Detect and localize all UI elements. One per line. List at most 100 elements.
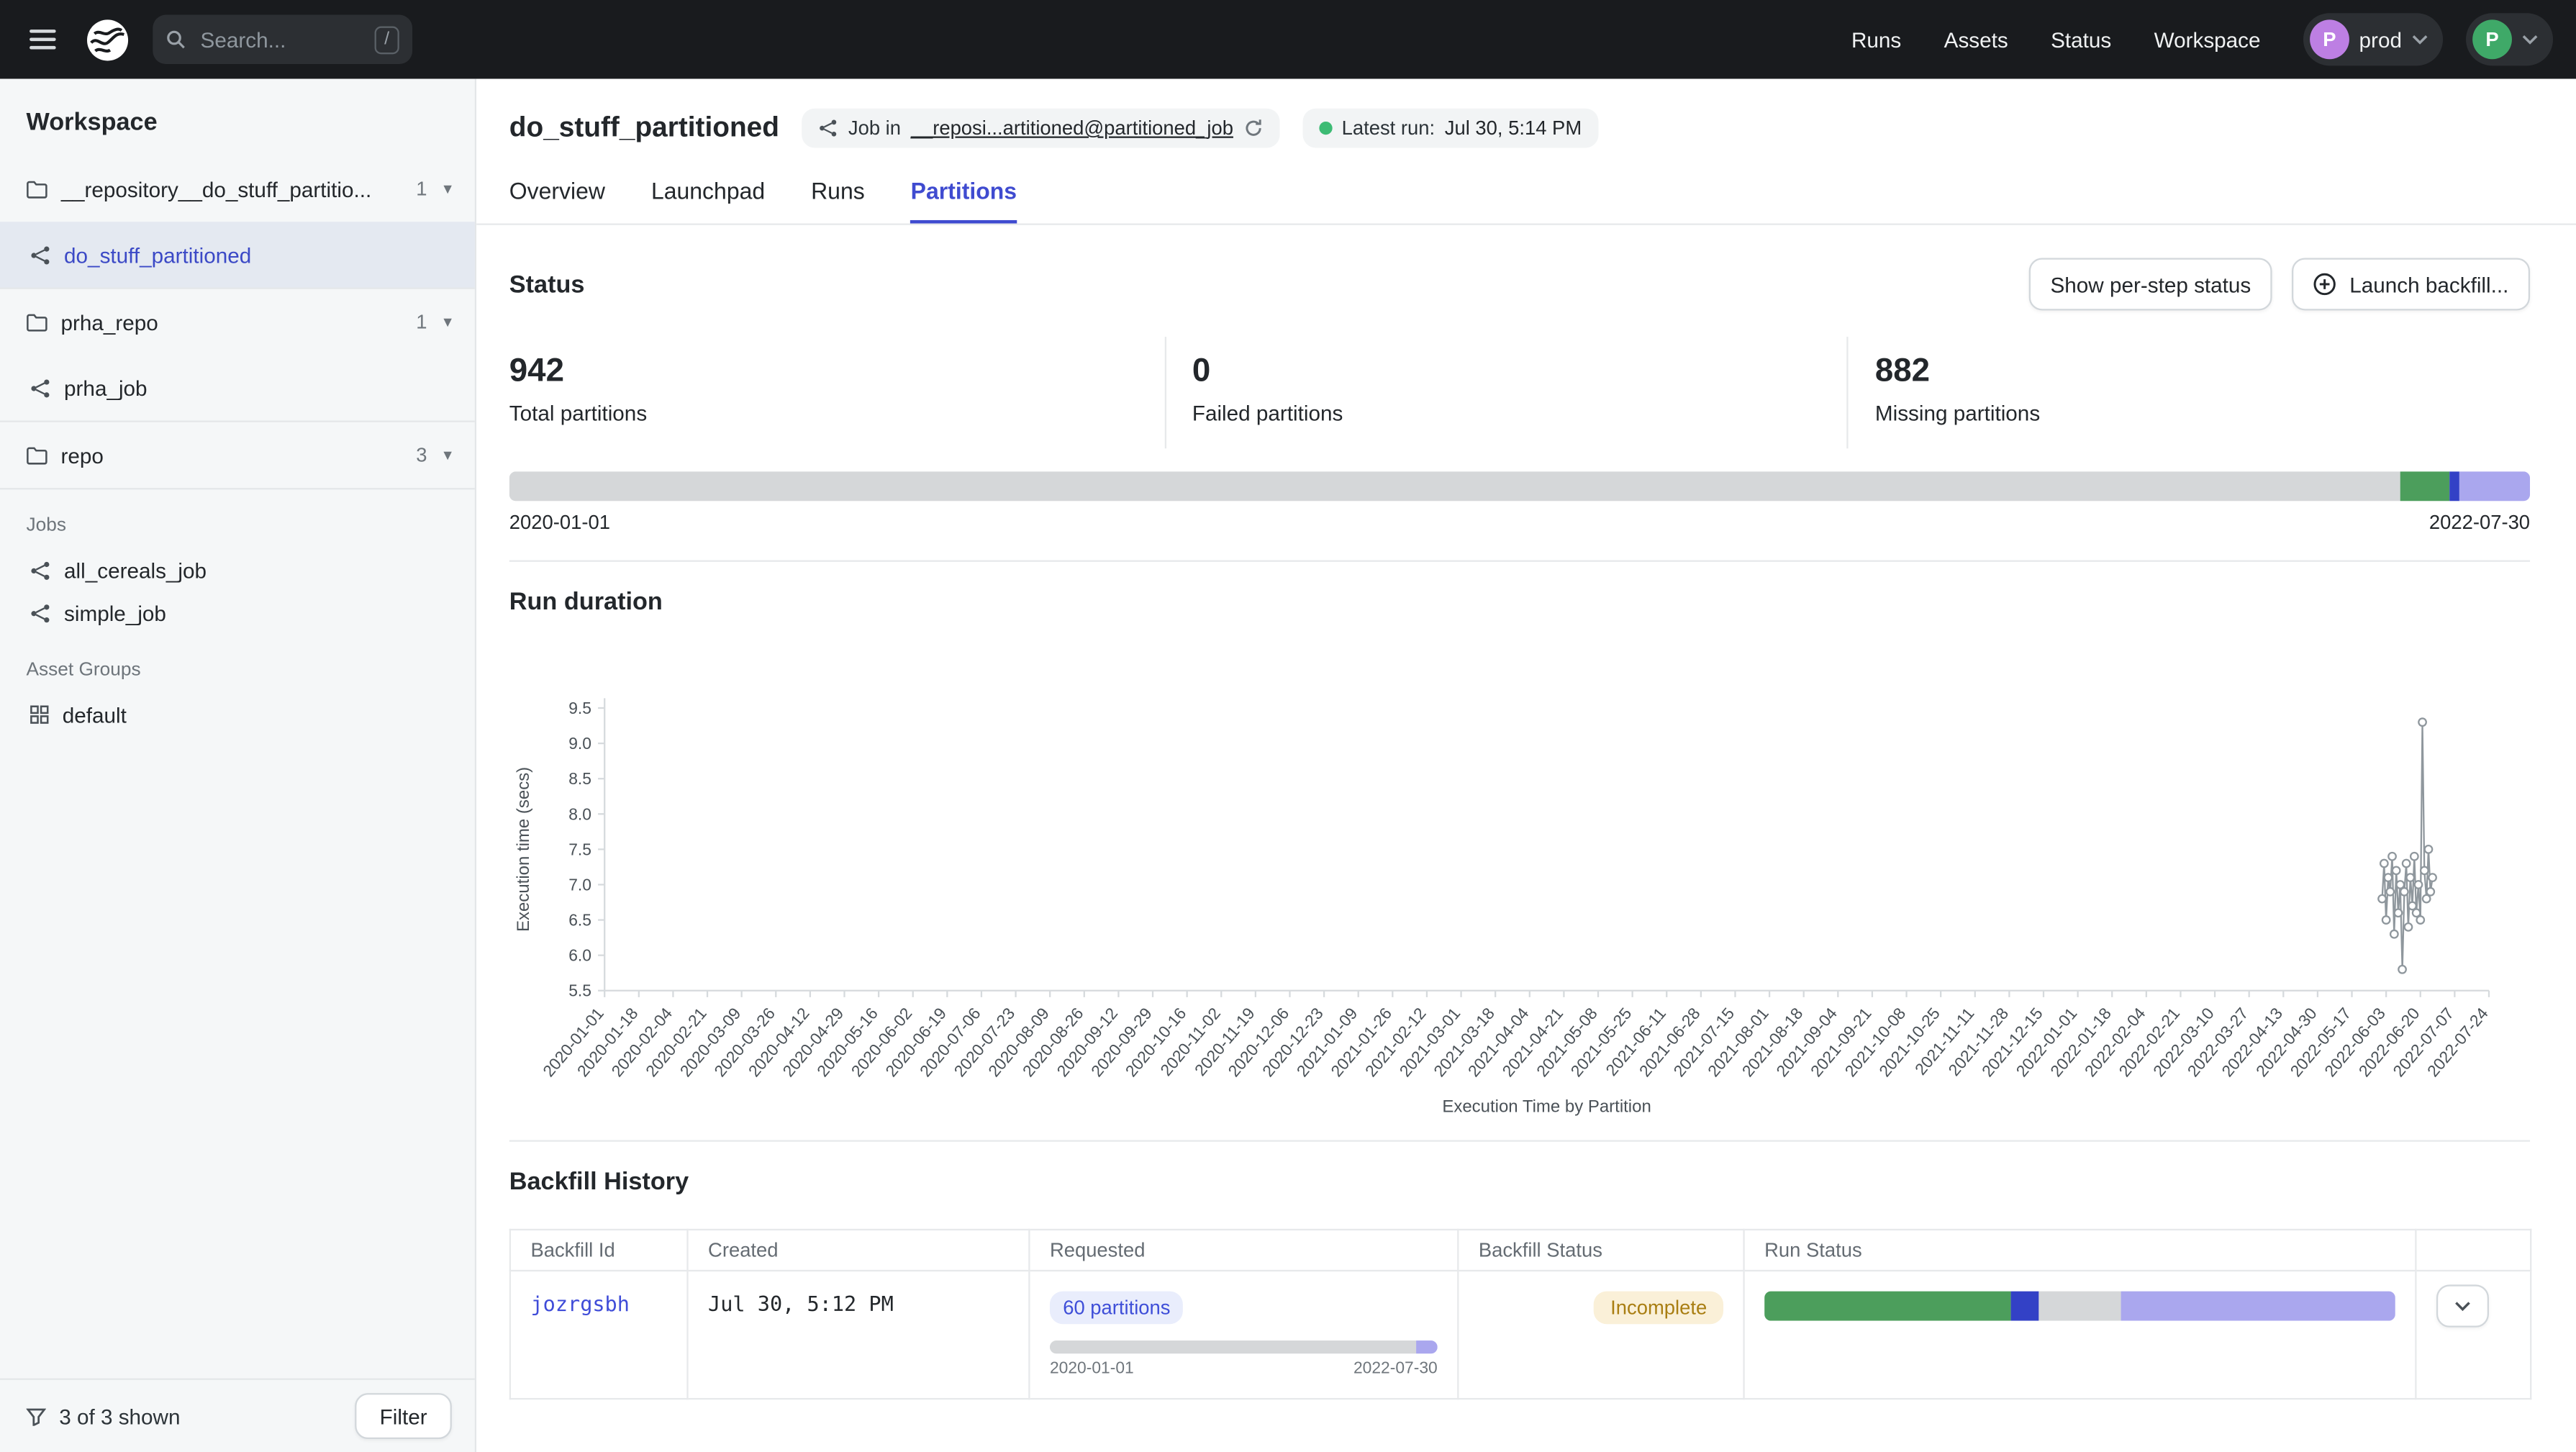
nav-runs[interactable]: Runs bbox=[1851, 27, 1901, 52]
jobs-section: Jobs all_cereals_job simple_job bbox=[0, 489, 475, 634]
asset-groups-section: Asset Groups default bbox=[0, 634, 475, 736]
launch-backfill-button[interactable]: Launch backfill... bbox=[2292, 258, 2530, 310]
deployment-label: prod bbox=[2359, 27, 2402, 52]
requested-bar-start-date: 2020-01-01 bbox=[1050, 1360, 1134, 1378]
repo-count-badge: 1 bbox=[416, 178, 427, 201]
job-icon bbox=[30, 559, 51, 581]
backfill-history-table: Backfill Id Created Requested Backfill S… bbox=[509, 1229, 2532, 1399]
plus-circle-icon bbox=[2313, 273, 2336, 296]
sidebar-item-prha-job[interactable]: prha_job bbox=[0, 355, 475, 420]
svg-text:8.5: 8.5 bbox=[568, 769, 591, 788]
user-menu[interactable]: P bbox=[2466, 13, 2553, 65]
sidebar-item-repository[interactable]: __repository__do_stuff_partitio... 1 ▾ bbox=[0, 156, 475, 222]
latest-run-time-link[interactable]: Jul 30, 5:14 PM bbox=[1445, 117, 1582, 140]
partition-stats: 942 Total partitions 0 Failed partitions… bbox=[509, 337, 2530, 448]
job-label: prha_job bbox=[64, 376, 148, 400]
latest-run-tag: Latest run: Jul 30, 5:14 PM bbox=[1302, 109, 1598, 148]
svg-text:Execution Time by Partition: Execution Time by Partition bbox=[1442, 1097, 1651, 1117]
stat-value: 0 bbox=[1192, 353, 1847, 391]
bar-segment bbox=[1764, 1292, 2010, 1321]
job-tag: Job in __reposi...artitioned@partitioned… bbox=[802, 109, 1279, 148]
dagster-logo bbox=[86, 17, 130, 62]
section-divider bbox=[509, 1140, 2530, 1142]
sidebar-item-simple-job[interactable]: simple_job bbox=[0, 591, 475, 634]
repo-label: __repository__do_stuff_partitio... bbox=[60, 176, 371, 201]
chevron-down-icon bbox=[2522, 34, 2539, 45]
deployment-switcher[interactable]: P prod bbox=[2303, 13, 2443, 65]
col-run-status: Run Status bbox=[1744, 1230, 2416, 1271]
row-expand-button[interactable] bbox=[2436, 1284, 2489, 1327]
sidebar-item-do-stuff-partitioned[interactable]: do_stuff_partitioned bbox=[0, 222, 475, 287]
table-header-row: Backfill Id Created Requested Backfill S… bbox=[510, 1230, 2531, 1271]
bar-segment bbox=[509, 471, 2401, 501]
sidebar-item-default-asset-group[interactable]: default bbox=[0, 693, 475, 735]
search-input[interactable] bbox=[197, 25, 363, 53]
sidebar-item-all-cereals-job[interactable]: all_cereals_job bbox=[0, 549, 475, 591]
partition-status-bar[interactable] bbox=[509, 471, 2530, 501]
nav-workspace[interactable]: Workspace bbox=[2154, 27, 2261, 52]
stat-value: 882 bbox=[1875, 353, 2530, 391]
filter-button[interactable]: Filter bbox=[355, 1393, 451, 1439]
job-icon bbox=[30, 377, 51, 399]
deployment-avatar: P bbox=[2310, 19, 2349, 59]
jobs-section-title: Jobs bbox=[0, 509, 475, 549]
page-title: do_stuff_partitioned bbox=[509, 112, 779, 145]
search-box[interactable]: / bbox=[153, 15, 412, 64]
search-shortcut-hint: / bbox=[374, 25, 399, 53]
search-icon bbox=[166, 30, 186, 49]
launch-backfill-label: Launch backfill... bbox=[2349, 272, 2508, 296]
backfill-status-badge: Incomplete bbox=[1594, 1292, 1723, 1325]
col-backfill-status: Backfill Status bbox=[1458, 1230, 1743, 1271]
backfill-id-link[interactable]: jozrgsbh bbox=[530, 1292, 629, 1316]
expander-caret-icon[interactable]: ▾ bbox=[440, 313, 455, 331]
svg-text:6.0: 6.0 bbox=[568, 946, 591, 965]
stat-value: 942 bbox=[509, 353, 1164, 391]
stat-label: Total partitions bbox=[509, 401, 1164, 425]
tab-overview[interactable]: Overview bbox=[509, 178, 605, 224]
table-row: jozrgsbh Jul 30, 5:12 PM 60 partitions 2… bbox=[510, 1271, 2531, 1399]
nav-assets[interactable]: Assets bbox=[1944, 27, 2008, 52]
tab-partitions[interactable]: Partitions bbox=[911, 178, 1017, 224]
job-label: do_stuff_partitioned bbox=[64, 242, 251, 267]
col-backfill-id: Backfill Id bbox=[510, 1230, 688, 1271]
bar-segment bbox=[2449, 471, 2459, 501]
sidebar-item-prha-repo[interactable]: prha_repo 1 ▾ bbox=[0, 289, 475, 355]
latest-run-label: Latest run: bbox=[1342, 117, 1435, 140]
col-actions bbox=[2416, 1230, 2531, 1271]
tab-runs[interactable]: Runs bbox=[811, 178, 865, 224]
top-navigation-bar: / Runs Assets Status Workspace P prod P bbox=[0, 0, 2576, 79]
bar-segment bbox=[2459, 471, 2530, 501]
bar-segment bbox=[1050, 1340, 1416, 1353]
expander-caret-icon[interactable]: ▾ bbox=[440, 180, 455, 198]
repo-label: prha_repo bbox=[60, 309, 158, 334]
job-tag-prefix: Job in bbox=[848, 117, 901, 140]
requested-bar-end-date: 2022-07-30 bbox=[1353, 1360, 1438, 1378]
run-duration-chart: 9.59.08.58.07.57.06.56.05.52020-01-01202… bbox=[509, 689, 2507, 1129]
folder-icon bbox=[27, 313, 48, 331]
user-avatar: P bbox=[2472, 19, 2512, 59]
col-requested: Requested bbox=[1029, 1230, 1458, 1271]
partition-bar-start-date: 2020-01-01 bbox=[509, 511, 610, 534]
sidebar-item-repo[interactable]: repo 3 ▾ bbox=[0, 422, 475, 488]
svg-text:7.5: 7.5 bbox=[568, 840, 591, 858]
reload-icon[interactable] bbox=[1243, 118, 1263, 137]
svg-text:7.0: 7.0 bbox=[568, 875, 591, 894]
requested-partitions-badge: 60 partitions bbox=[1050, 1292, 1184, 1325]
show-per-step-status-button[interactable]: Show per-step status bbox=[2029, 258, 2272, 310]
hamburger-menu-icon[interactable] bbox=[23, 23, 63, 56]
expander-caret-icon[interactable]: ▾ bbox=[440, 446, 455, 464]
sidebar-title: Workspace bbox=[0, 79, 475, 156]
stat-label: Failed partitions bbox=[1192, 401, 1847, 425]
svg-text:6.5: 6.5 bbox=[568, 911, 591, 930]
job-tag-link[interactable]: __reposi...artitioned@partitioned_job bbox=[911, 117, 1233, 140]
tab-launchpad[interactable]: Launchpad bbox=[651, 178, 765, 224]
repo-count-badge: 1 bbox=[416, 311, 427, 334]
sidebar-footer: 3 of 3 shown Filter bbox=[0, 1379, 475, 1452]
shown-count-text: 3 of 3 shown bbox=[59, 1404, 180, 1428]
nav-status[interactable]: Status bbox=[2051, 27, 2111, 52]
chevron-down-icon bbox=[2412, 34, 2428, 45]
stat-label: Missing partitions bbox=[1875, 401, 2530, 425]
app-root: / Runs Assets Status Workspace P prod P … bbox=[0, 0, 2576, 1452]
run-status-bar[interactable] bbox=[1764, 1292, 2395, 1321]
bar-segment bbox=[2038, 1292, 2121, 1321]
